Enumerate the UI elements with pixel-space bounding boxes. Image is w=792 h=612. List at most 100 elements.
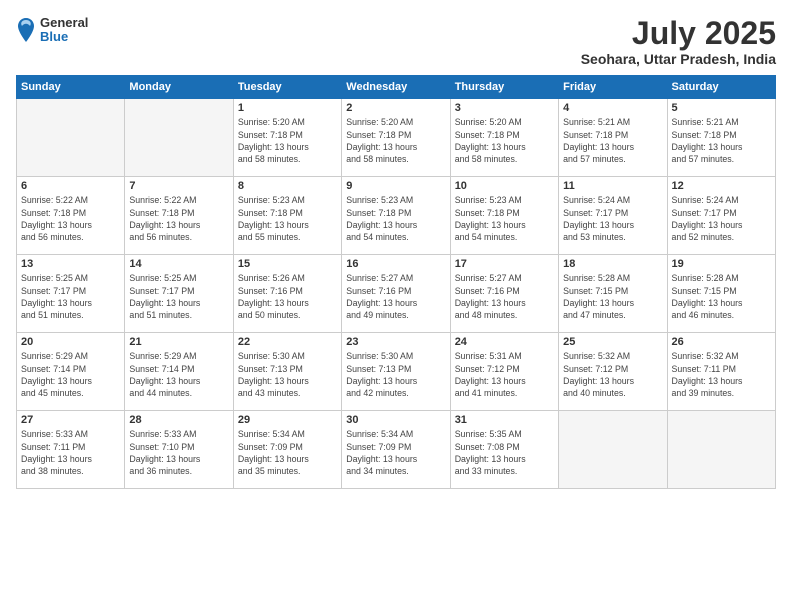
col-tuesday: Tuesday: [233, 76, 341, 99]
cell-w5-d7: [667, 411, 775, 489]
cell-w3-d2: 14Sunrise: 5:25 AM Sunset: 7:17 PM Dayli…: [125, 255, 233, 333]
day-info-9: Sunrise: 5:23 AM Sunset: 7:18 PM Dayligh…: [346, 194, 445, 243]
day-info-3: Sunrise: 5:20 AM Sunset: 7:18 PM Dayligh…: [455, 116, 554, 165]
day-info-7: Sunrise: 5:22 AM Sunset: 7:18 PM Dayligh…: [129, 194, 228, 243]
cell-w3-d4: 16Sunrise: 5:27 AM Sunset: 7:16 PM Dayli…: [342, 255, 450, 333]
cell-w3-d3: 15 Sunrise: 5:26 AM Sunset: 7:16 PM Dayli…: [233, 255, 341, 333]
day-info-8: Sunrise: 5:23 AM Sunset: 7:18 PM Dayligh…: [238, 194, 337, 243]
cell-w1-d7: 5Sunrise: 5:21 AM Sunset: 7:18 PM Daylig…: [667, 99, 775, 177]
col-wednesday: Wednesday: [342, 76, 450, 99]
day-info-2: Sunrise: 5:20 AM Sunset: 7:18 PM Dayligh…: [346, 116, 445, 165]
day-number-15: 15: [238, 258, 337, 270]
col-thursday: Thursday: [450, 76, 558, 99]
cell-w4-d3: 22Sunrise: 5:30 AM Sunset: 7:13 PM Dayli…: [233, 333, 341, 411]
cell-w5-d1: 27 Sunrise: 5:33 AM Sunset: 7:11 PM Dayli…: [17, 411, 125, 489]
logo-blue-text: Blue: [40, 30, 88, 44]
day-info-15: Sunrise: 5:26 AM Sunset: 7:16 PM Dayligh…: [238, 272, 337, 321]
cell-w4-d2: 21Sunrise: 5:29 AM Sunset: 7:14 PM Dayli…: [125, 333, 233, 411]
title-area: July 2025 Seohara, Uttar Pradesh, India: [581, 16, 776, 67]
day-info-21: Sunrise: 5:29 AM Sunset: 7:14 PM Dayligh…: [129, 350, 228, 399]
day-number-12: 12: [672, 180, 771, 192]
day-number-16: 16: [346, 258, 445, 270]
cell-w4-d7: 26 Sunrise: 5:32 AM Sunset: 7:11 PM Dayli…: [667, 333, 775, 411]
cell-w2-d2: 7 Sunrise: 5:22 AM Sunset: 7:18 PM Daylig…: [125, 177, 233, 255]
day-number-30: 30: [346, 414, 445, 426]
day-number-8: 8: [238, 180, 337, 192]
page: General Blue July 2025 Seohara, Uttar Pr…: [0, 0, 792, 612]
day-number-24: 24: [455, 336, 554, 348]
day-info-20: Sunrise: 5:29 AM Sunset: 7:14 PM Dayligh…: [21, 350, 120, 399]
day-number-17: 17: [455, 258, 554, 270]
day-number-2: 2: [346, 102, 445, 114]
day-info-27: Sunrise: 5:33 AM Sunset: 7:11 PM Dayligh…: [21, 428, 120, 477]
logo: General Blue: [16, 16, 88, 45]
cell-w1-d1: [17, 99, 125, 177]
cell-w1-d3: 1 Sunrise: 5:20 AM Sunset: 7:18 PM Daylig…: [233, 99, 341, 177]
cell-w4-d4: 23Sunrise: 5:30 AM Sunset: 7:13 PM Dayli…: [342, 333, 450, 411]
cell-w5-d6: [559, 411, 667, 489]
cell-w2-d3: 8 Sunrise: 5:23 AM Sunset: 7:18 PM Daylig…: [233, 177, 341, 255]
day-number-28: 28: [129, 414, 228, 426]
day-info-19: Sunrise: 5:28 AM Sunset: 7:15 PM Dayligh…: [672, 272, 771, 321]
cell-w1-d4: 2 Sunrise: 5:20 AM Sunset: 7:18 PM Daylig…: [342, 99, 450, 177]
day-info-31: Sunrise: 5:35 AM Sunset: 7:08 PM Dayligh…: [455, 428, 554, 477]
col-sunday: Sunday: [17, 76, 125, 99]
cell-w3-d1: 13 Sunrise: 5:25 AM Sunset: 7:17 PM Dayli…: [17, 255, 125, 333]
cell-w5-d4: 30 Sunrise: 5:34 AM Sunset: 7:09 PM Dayli…: [342, 411, 450, 489]
day-number-19: 19: [672, 258, 771, 270]
cell-w1-d6: 4 Sunrise: 5:21 AM Sunset: 7:18 PM Daylig…: [559, 99, 667, 177]
col-monday: Monday: [125, 76, 233, 99]
cell-w4-d5: 24Sunrise: 5:31 AM Sunset: 7:12 PM Dayli…: [450, 333, 558, 411]
day-number-20: 20: [21, 336, 120, 348]
day-info-13: Sunrise: 5:25 AM Sunset: 7:17 PM Dayligh…: [21, 272, 120, 321]
logo-general-text: General: [40, 16, 88, 30]
cell-w4-d1: 20 Sunrise: 5:29 AM Sunset: 7:14 PM Dayli…: [17, 333, 125, 411]
day-number-7: 7: [129, 180, 228, 192]
day-info-1: Sunrise: 5:20 AM Sunset: 7:18 PM Dayligh…: [238, 116, 337, 165]
cell-w2-d4: 9 Sunrise: 5:23 AM Sunset: 7:18 PM Daylig…: [342, 177, 450, 255]
week-row-1: 1 Sunrise: 5:20 AM Sunset: 7:18 PM Daylig…: [17, 99, 776, 177]
cell-w1-d5: 3Sunrise: 5:20 AM Sunset: 7:18 PM Daylig…: [450, 99, 558, 177]
day-number-31: 31: [455, 414, 554, 426]
week-row-4: 20 Sunrise: 5:29 AM Sunset: 7:14 PM Dayli…: [17, 333, 776, 411]
day-number-29: 29: [238, 414, 337, 426]
cell-w1-d2: [125, 99, 233, 177]
cell-w2-d1: 6 Sunrise: 5:22 AM Sunset: 7:18 PM Daylig…: [17, 177, 125, 255]
month-title: July 2025: [581, 16, 776, 51]
location: Seohara, Uttar Pradesh, India: [581, 51, 776, 67]
day-info-30: Sunrise: 5:34 AM Sunset: 7:09 PM Dayligh…: [346, 428, 445, 477]
logo-icon: [16, 16, 36, 44]
week-row-3: 13 Sunrise: 5:25 AM Sunset: 7:17 PM Dayli…: [17, 255, 776, 333]
day-number-6: 6: [21, 180, 120, 192]
cell-w3-d6: 18Sunrise: 5:28 AM Sunset: 7:15 PM Dayli…: [559, 255, 667, 333]
cell-w5-d2: 28 Sunrise: 5:33 AM Sunset: 7:10 PM Dayli…: [125, 411, 233, 489]
cell-w2-d5: 10Sunrise: 5:23 AM Sunset: 7:18 PM Dayli…: [450, 177, 558, 255]
day-info-26: Sunrise: 5:32 AM Sunset: 7:11 PM Dayligh…: [672, 350, 771, 399]
day-number-11: 11: [563, 180, 662, 192]
day-number-9: 9: [346, 180, 445, 192]
day-number-4: 4: [563, 102, 662, 114]
day-number-10: 10: [455, 180, 554, 192]
logo-text: General Blue: [40, 16, 88, 45]
day-info-11: Sunrise: 5:24 AM Sunset: 7:17 PM Dayligh…: [563, 194, 662, 243]
day-number-25: 25: [563, 336, 662, 348]
cell-w4-d6: 25 Sunrise: 5:32 AM Sunset: 7:12 PM Dayli…: [559, 333, 667, 411]
day-info-17: Sunrise: 5:27 AM Sunset: 7:16 PM Dayligh…: [455, 272, 554, 321]
day-number-5: 5: [672, 102, 771, 114]
cell-w2-d6: 11 Sunrise: 5:24 AM Sunset: 7:17 PM Dayli…: [559, 177, 667, 255]
cell-w3-d5: 17 Sunrise: 5:27 AM Sunset: 7:16 PM Dayli…: [450, 255, 558, 333]
day-number-1: 1: [238, 102, 337, 114]
day-info-28: Sunrise: 5:33 AM Sunset: 7:10 PM Dayligh…: [129, 428, 228, 477]
day-number-23: 23: [346, 336, 445, 348]
week-row-5: 27 Sunrise: 5:33 AM Sunset: 7:11 PM Dayli…: [17, 411, 776, 489]
day-number-22: 22: [238, 336, 337, 348]
calendar-header-row: Sunday Monday Tuesday Wednesday Thursday…: [17, 76, 776, 99]
day-info-6: Sunrise: 5:22 AM Sunset: 7:18 PM Dayligh…: [21, 194, 120, 243]
day-number-13: 13: [21, 258, 120, 270]
day-info-4: Sunrise: 5:21 AM Sunset: 7:18 PM Dayligh…: [563, 116, 662, 165]
day-number-18: 18: [563, 258, 662, 270]
day-info-25: Sunrise: 5:32 AM Sunset: 7:12 PM Dayligh…: [563, 350, 662, 399]
day-info-14: Sunrise: 5:25 AM Sunset: 7:17 PM Dayligh…: [129, 272, 228, 321]
day-number-27: 27: [21, 414, 120, 426]
day-number-26: 26: [672, 336, 771, 348]
